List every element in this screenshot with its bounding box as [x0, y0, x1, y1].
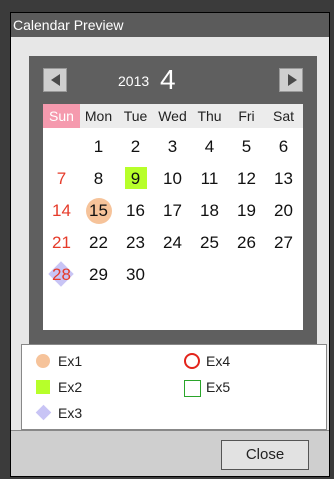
app-window: Calendar Preview 2013 4 Sun Mon Tue Wed Thu F…	[0, 0, 334, 479]
calendar-day[interactable]: 22	[80, 227, 117, 259]
calendar-day[interactable]: 3	[154, 131, 191, 163]
day-number: 30	[126, 265, 145, 284]
day-number: 6	[278, 137, 289, 156]
next-month-button[interactable]	[279, 68, 303, 92]
day-of-week-header: Sun Mon Tue Wed Thu Fri Sat	[43, 104, 303, 128]
day-number: 28	[52, 265, 71, 284]
day-number: 13	[274, 169, 293, 188]
calendar-day[interactable]: 24	[154, 227, 191, 259]
calendar-day[interactable]: 15	[80, 195, 117, 227]
calendar-day[interactable]: 26	[228, 227, 265, 259]
calendar-day[interactable]: 12	[228, 163, 265, 195]
legend-panel: Ex1 Ex2 Ex3 Ex4 Ex5	[21, 344, 327, 430]
day-number: 25	[200, 233, 219, 252]
dow-fri: Fri	[238, 108, 255, 124]
day-number: 23	[126, 233, 145, 252]
day-number: 18	[200, 201, 219, 220]
calendar-panel: 2013 4 Sun Mon Tue Wed Thu Fri Sat 1 2 3 4 5 6 7 8 9 10…	[29, 56, 317, 344]
calendar-day[interactable]: 27	[265, 227, 302, 259]
day-number: 9	[130, 169, 141, 188]
day-number: 29	[89, 265, 108, 284]
day-number: 8	[93, 169, 104, 188]
calendar-day[interactable]: 11	[191, 163, 228, 195]
day-number: 20	[274, 201, 293, 220]
calendar-day[interactable]: 21	[43, 227, 80, 259]
calendar-day[interactable]: 9	[117, 163, 154, 195]
dow-sat: Sat	[272, 108, 294, 124]
calendar-day[interactable]: 23	[117, 227, 154, 259]
legend-label: Ex1	[58, 353, 83, 369]
dialog-title: Calendar Preview	[11, 13, 329, 37]
calendar-day[interactable]: 28	[43, 259, 80, 291]
day-number: 11	[200, 169, 219, 188]
day-number: 17	[163, 201, 182, 220]
legend-label: Ex5	[206, 379, 231, 395]
day-number: 27	[274, 233, 293, 252]
calendar-day[interactable]: 16	[117, 195, 154, 227]
calendar-day[interactable]: 7	[43, 163, 80, 195]
prev-month-button[interactable]	[43, 68, 67, 92]
day-number: 3	[167, 137, 178, 156]
calendar-day[interactable]: 20	[265, 195, 302, 227]
day-number: 21	[52, 233, 71, 252]
day-number: 5	[241, 137, 252, 156]
day-number: 22	[89, 233, 108, 252]
calendar-day[interactable]: 13	[265, 163, 302, 195]
prev-arrow-icon	[51, 74, 60, 86]
calendar-day[interactable]: 10	[154, 163, 191, 195]
calendar-day[interactable]: 29	[80, 259, 117, 291]
legend-label: Ex3	[58, 405, 83, 421]
legend-label: Ex2	[58, 379, 83, 395]
calendar-day[interactable]: 2	[117, 131, 154, 163]
day-number: 14	[52, 201, 71, 220]
next-arrow-icon	[288, 74, 297, 86]
day-number: 26	[237, 233, 256, 252]
day-number: 2	[130, 137, 141, 156]
calendar-day[interactable]: 17	[154, 195, 191, 227]
dialog-footer: Close	[11, 430, 329, 476]
calendar-day[interactable]: 30	[117, 259, 154, 291]
dow-thu: Thu	[197, 108, 222, 124]
dow-wed: Wed	[158, 108, 187, 124]
legend-label: Ex4	[206, 353, 231, 369]
day-number: 15	[89, 201, 108, 220]
day-number: 1	[93, 137, 104, 156]
day-number: 7	[56, 169, 67, 188]
calendar-day[interactable]: 8	[80, 163, 117, 195]
month-label: 4	[160, 64, 176, 95]
day-number: 16	[126, 201, 145, 220]
calendar-preview-dialog: Calendar Preview 2013 4 Sun Mon Tue Wed Thu F…	[10, 12, 330, 477]
calendar-day[interactable]: 19	[228, 195, 265, 227]
calendar-grid: Sun Mon Tue Wed Thu Fri Sat 1 2 3 4 5 6 7 8 9 10 11 12 13 1…	[43, 104, 303, 330]
dow-tue: Tue	[123, 108, 148, 124]
calendar-day[interactable]: 18	[191, 195, 228, 227]
outline-square-icon	[184, 380, 201, 397]
calendar-day[interactable]: 5	[228, 131, 265, 163]
dow-mon: Mon	[84, 108, 113, 124]
day-number: 12	[237, 169, 256, 188]
filled-square-icon	[36, 380, 50, 394]
calendar-day[interactable]: 6	[265, 131, 302, 163]
calendar-header: 2013 4	[29, 56, 317, 104]
calendar-day[interactable]: 25	[191, 227, 228, 259]
day-number: 4	[204, 137, 215, 156]
year-label: 2013	[118, 73, 150, 89]
dow-sun: Sun	[43, 104, 80, 128]
calendar-day[interactable]: 1	[80, 131, 117, 163]
close-button[interactable]: Close	[221, 440, 309, 470]
diamond-icon	[35, 404, 52, 421]
day-number: 24	[163, 233, 182, 252]
day-number: 10	[163, 169, 182, 188]
ring-circle-icon	[184, 353, 200, 369]
calendar-day[interactable]: 4	[191, 131, 228, 163]
filled-circle-icon	[36, 354, 50, 368]
day-number: 19	[237, 201, 256, 220]
calendar-day[interactable]: 14	[43, 195, 80, 227]
